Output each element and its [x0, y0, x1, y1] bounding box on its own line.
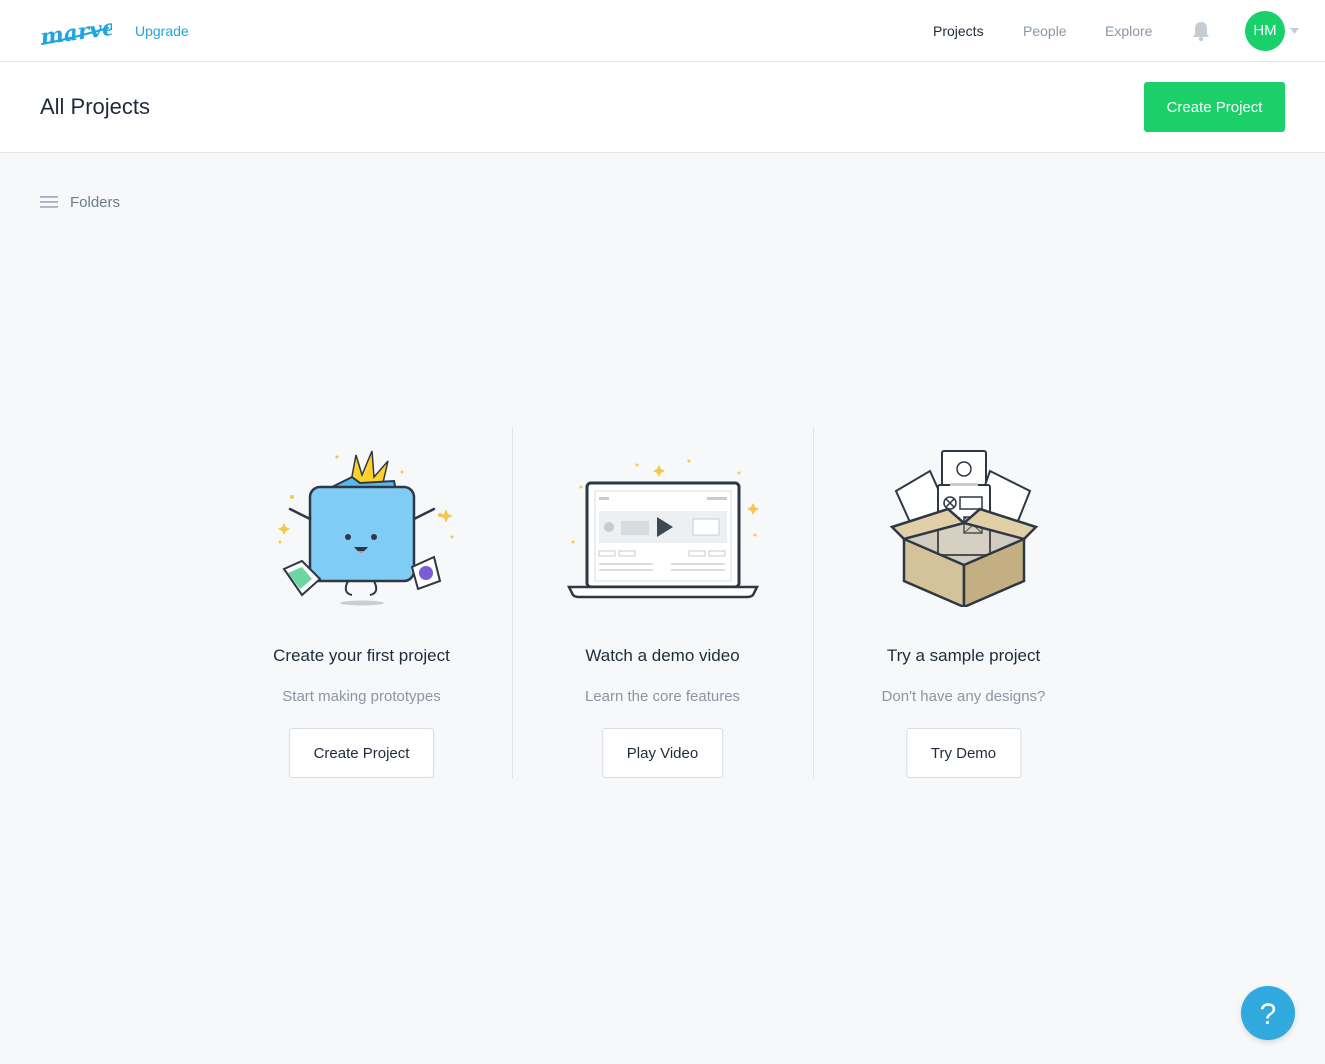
box-of-screens-illustration — [889, 450, 1038, 607]
card-subtitle: Learn the core features — [584, 688, 741, 705]
card-title: Watch a demo video — [585, 646, 740, 665]
card-title: Try a sample project — [886, 646, 1041, 665]
marvel-logo[interactable]: marvel — [38, 14, 112, 48]
card-create-project: Create your first project Start making p… — [211, 427, 512, 778]
create-project-card-button[interactable]: Create Project — [288, 728, 435, 778]
card-demo-video: Watch a demo video Learn the core featur… — [512, 427, 813, 778]
hamburger-icon — [40, 196, 58, 208]
question-icon: ? — [1260, 998, 1277, 1031]
folders-label: Folders — [70, 194, 121, 211]
laptop-video-illustration — [566, 459, 759, 599]
avatar[interactable]: HM — [1245, 11, 1285, 51]
page-header: All Projects Create Project — [0, 62, 1325, 153]
bell-icon[interactable] — [1190, 20, 1212, 42]
card-subtitle: Don't have any designs? — [881, 688, 1046, 705]
play-video-button[interactable]: Play Video — [601, 728, 724, 778]
create-project-button[interactable]: Create Project — [1144, 82, 1285, 132]
card-subtitle: Start making prototypes — [282, 688, 441, 705]
try-demo-button[interactable]: Try Demo — [905, 728, 1022, 778]
upgrade-link[interactable]: Upgrade — [135, 23, 189, 39]
help-button[interactable]: ? — [1241, 986, 1295, 1040]
card-title: Create your first project — [273, 646, 450, 665]
chevron-down-icon[interactable] — [1290, 28, 1299, 34]
top-navigation-bar: marvel Upgrade Projects People Explore H… — [0, 0, 1325, 62]
folder-character-illustration — [277, 450, 453, 606]
nav-explore[interactable]: Explore — [1105, 23, 1152, 39]
nav-people[interactable]: People — [1023, 23, 1067, 39]
card-sample-project: Try a sample project Don't have any desi… — [813, 427, 1114, 778]
question-icon-glyph: ? — [1260, 998, 1277, 1031]
page-title: All Projects — [40, 94, 151, 119]
nav-projects[interactable]: Projects — [933, 23, 984, 39]
